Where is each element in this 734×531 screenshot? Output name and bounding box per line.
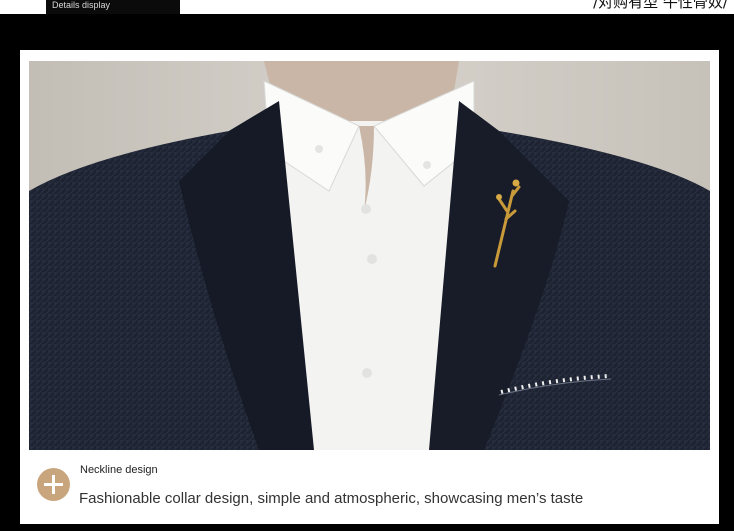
details-display-tab: Details display <box>46 0 180 14</box>
detail-card: Neckline design Fashionable collar desig… <box>20 50 719 524</box>
product-photo <box>29 61 710 450</box>
edge-mark <box>717 490 719 512</box>
caption-section: Neckline design Fashionable collar desig… <box>36 458 706 518</box>
suit-illustration <box>29 61 710 450</box>
caption-title: Neckline design <box>80 464 158 476</box>
top-header-strip: Details display /对购有型 牛性骨奴/ <box>0 0 734 14</box>
header-cut-off-text: /对购有型 牛性骨奴/ <box>593 0 728 11</box>
caption-description: Fashionable collar design, simple and at… <box>79 490 584 507</box>
plus-icon <box>37 468 70 501</box>
